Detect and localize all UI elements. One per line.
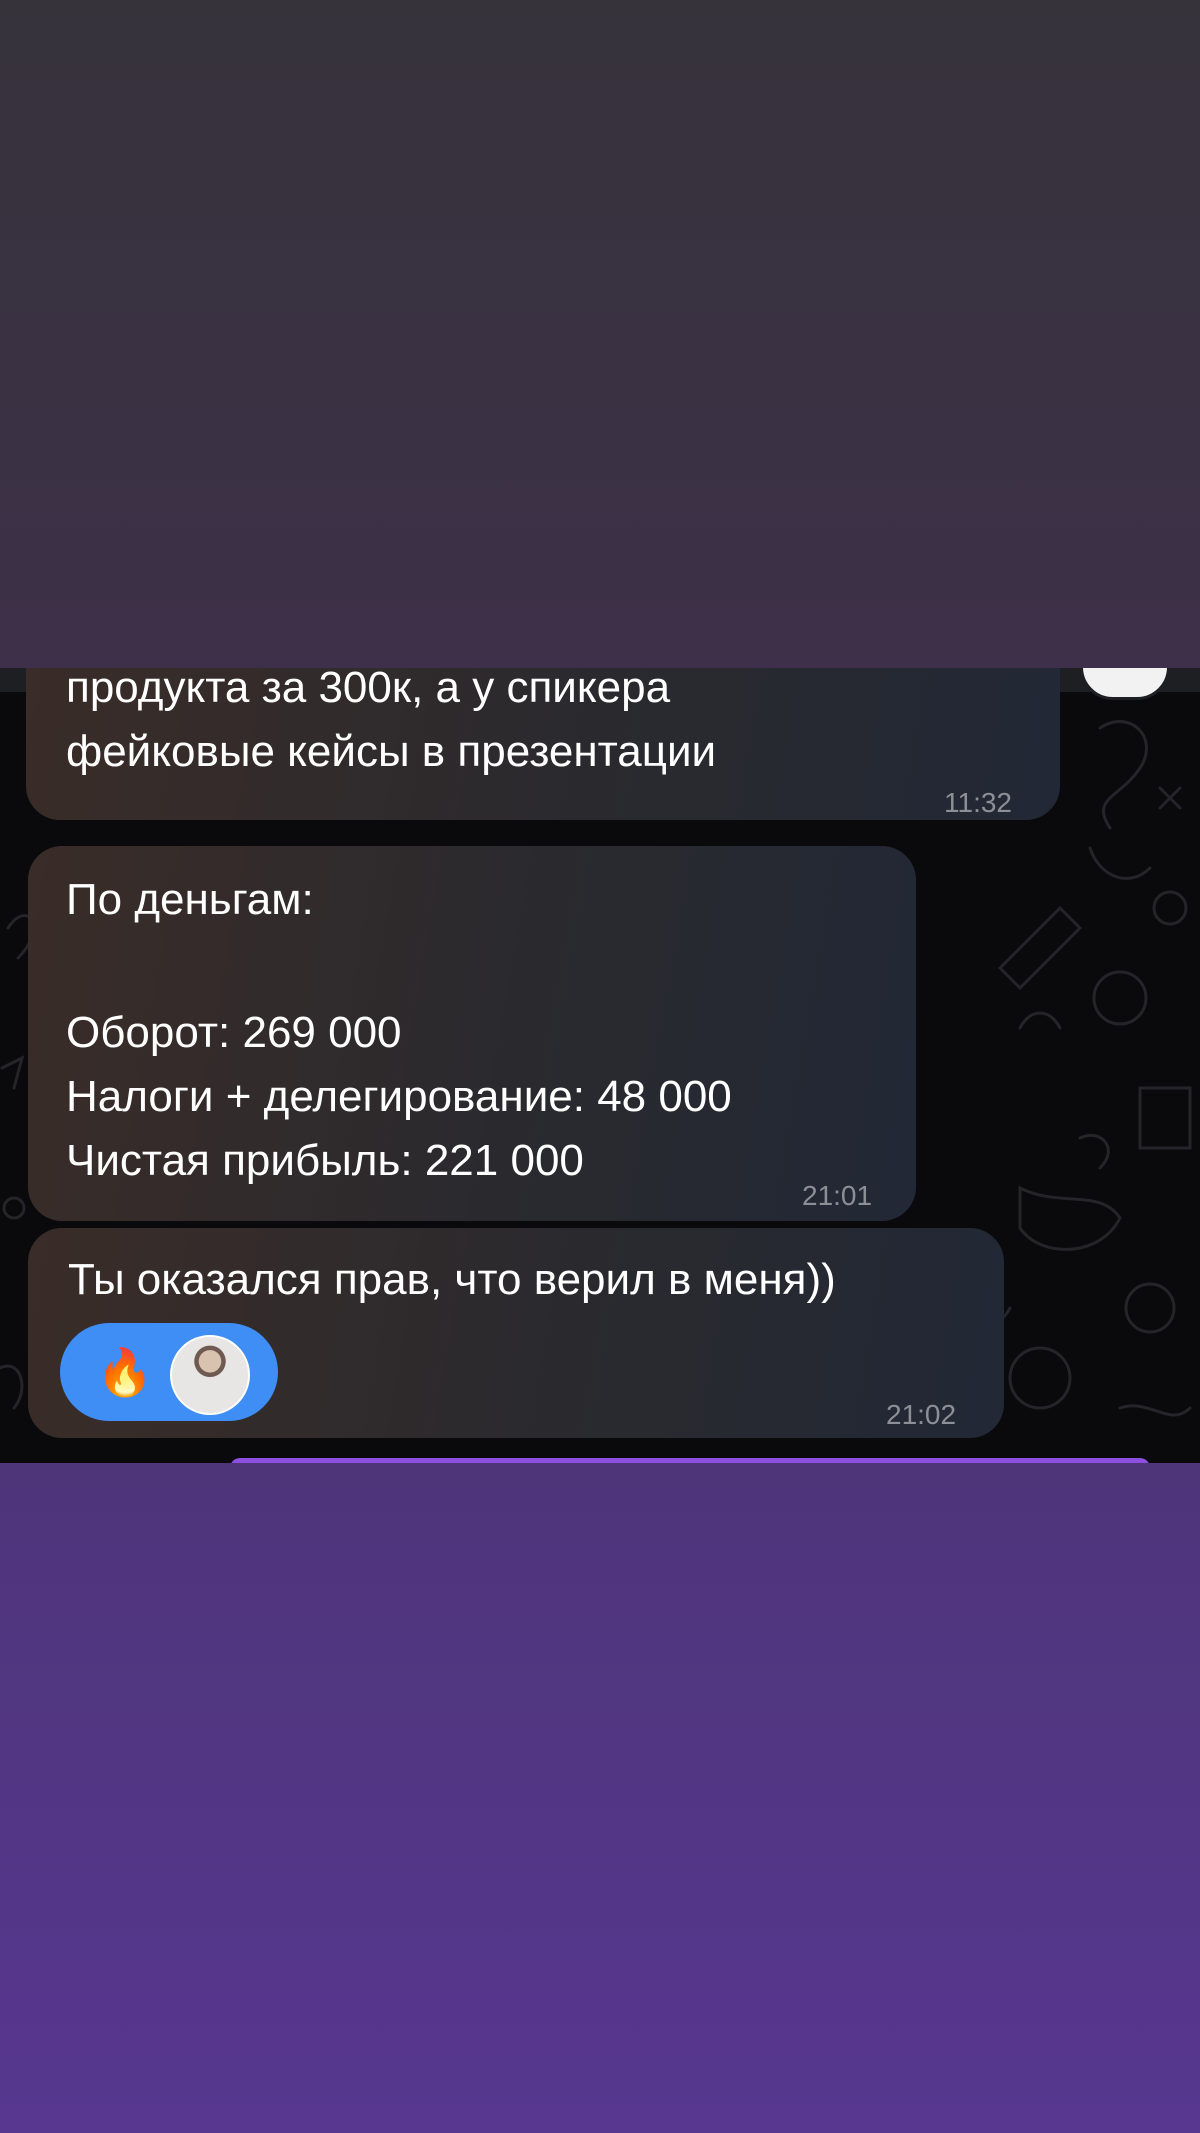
- message-bubble[interactable]: Ты оказался прав, что верил в меня)) 🔥 2…: [28, 1228, 1004, 1438]
- message-bubble[interactable]: По деньгам: Оборот: 269 000 Налоги + дел…: [28, 846, 916, 1221]
- fire-icon: 🔥: [96, 1346, 154, 1398]
- chat-view: продукта за 300к, а у спикера фейковые к…: [0, 668, 1200, 1463]
- message-time: 21:02: [886, 1399, 957, 1430]
- message-text: Ты оказался прав, что верил в меня)): [68, 1255, 836, 1304]
- message-bubble[interactable]: продукта за 300к, а у спикера фейковые к…: [26, 668, 1060, 820]
- message-time: 11:32: [944, 787, 1012, 818]
- message-text: Оборот: 269 000: [66, 1008, 402, 1057]
- message-text: продукта за 300к, а у спикера: [66, 668, 671, 712]
- reaction-pill[interactable]: 🔥: [60, 1323, 278, 1421]
- message-text: Налоги + делегирование: 48 000: [66, 1072, 732, 1121]
- message-text: По деньгам:: [66, 875, 314, 924]
- message-time: 21:01: [802, 1180, 873, 1211]
- message-text: фейковые кейсы в презентации: [66, 727, 717, 776]
- next-message-edge: [230, 1458, 1150, 1463]
- message-text: Чистая прибыль: 221 000: [66, 1136, 584, 1185]
- reactor-avatar: [170, 1335, 250, 1415]
